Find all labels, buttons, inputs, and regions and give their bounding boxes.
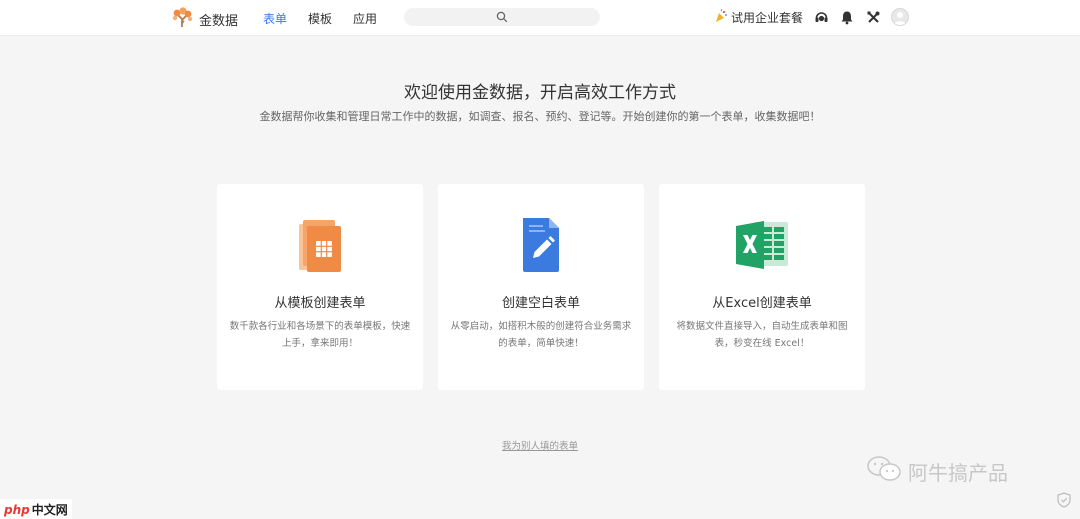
party-popper-icon xyxy=(714,8,728,26)
bell-icon[interactable] xyxy=(839,9,855,25)
avatar[interactable] xyxy=(891,8,909,26)
card-description: 从零启动，如搭积木般的创建符合业务需求的表单，简单快速！ xyxy=(450,321,632,349)
wechat-icon xyxy=(866,455,902,488)
card-title: 从模板创建表单 xyxy=(274,296,366,311)
main-nav: 表单 模板 应用 xyxy=(263,10,377,27)
header-tools: 试用企业套餐 xyxy=(714,8,909,26)
template-icon xyxy=(217,216,423,274)
card-description: 将数据文件直接导入，自动生成表单和图表，秒变在线 Excel！ xyxy=(676,321,848,349)
page-subtitle: 金数据帮你收集和管理日常工作中的数据，如调查、报名、预约、登记等。开始创建你的第… xyxy=(259,110,821,123)
search-icon xyxy=(496,8,508,27)
tree-logo-icon xyxy=(172,6,194,32)
nav-apps[interactable]: 应用 xyxy=(353,10,377,27)
customer-service-icon[interactable] xyxy=(813,9,829,25)
brand-name: 金数据 xyxy=(199,13,239,29)
watermark: 阿牛搞产品 xyxy=(866,455,1008,488)
tools-icon[interactable] xyxy=(865,9,881,25)
document-icon xyxy=(438,216,644,274)
page-title: 欢迎使用金数据，开启高效工作方式 xyxy=(404,83,676,103)
create-from-template-card[interactable]: 从模板创建表单 数千款各行业和各场景下的表单模板，快速上手，拿来即用！ xyxy=(217,184,423,390)
card-title: 创建空白表单 xyxy=(501,296,580,311)
excel-icon xyxy=(659,216,865,274)
forms-filled-for-others-link[interactable]: 我为别人填的表单 xyxy=(0,438,1080,452)
php-cn-badge: php 中文网 xyxy=(0,499,72,519)
create-blank-form-card[interactable]: 创建空白表单 从零启动，如搭积木般的创建符合业务需求的表单，简单快速！ xyxy=(438,184,644,390)
nav-templates[interactable]: 模板 xyxy=(308,10,332,27)
shield-icon xyxy=(1056,492,1072,508)
php-label: php xyxy=(4,502,30,517)
watermark-text: 阿牛搞产品 xyxy=(908,461,1008,485)
cn-label: 中文网 xyxy=(31,503,68,517)
nav-forms[interactable]: 表单 xyxy=(263,10,287,27)
card-description: 数千款各行业和各场景下的表单模板，快速上手，拿来即用！ xyxy=(229,321,411,349)
trial-enterprise-button[interactable]: 试用企业套餐 xyxy=(714,8,803,26)
logo[interactable]: 金数据 xyxy=(172,6,238,32)
search-input[interactable] xyxy=(404,8,600,26)
top-navbar: 金数据 表单 模板 应用 试用企业套餐 xyxy=(0,0,1080,36)
card-title: 从Excel创建表单 xyxy=(712,296,812,311)
create-from-excel-card[interactable]: 从Excel创建表单 将数据文件直接导入，自动生成表单和图表，秒变在线 Exce… xyxy=(659,184,865,390)
trial-label: 试用企业套餐 xyxy=(730,10,803,25)
